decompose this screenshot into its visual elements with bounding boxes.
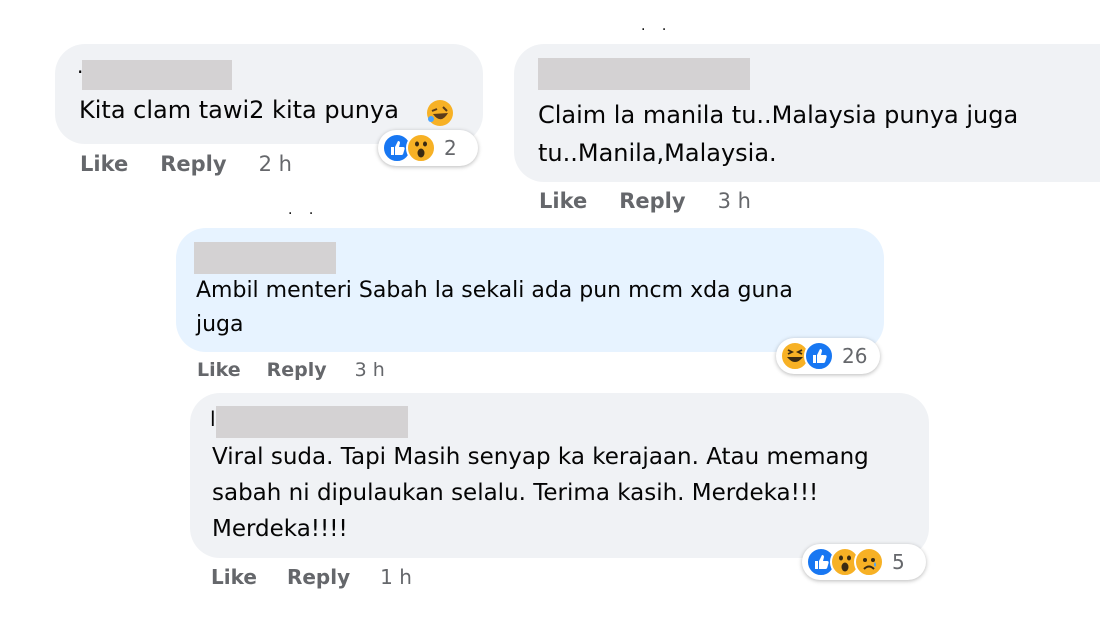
reply-link[interactable]: Reply [619, 189, 685, 213]
commenter-name-redacted[interactable] [538, 58, 750, 90]
commenter-name-prefix: l [210, 407, 216, 431]
timestamp[interactable]: 3 h [355, 359, 385, 381]
reaction-count: 2 [444, 136, 457, 160]
commenter-name-redacted[interactable] [194, 242, 336, 274]
sad-icon [854, 547, 884, 577]
like-link[interactable]: Like [539, 189, 587, 213]
comment-bubble: Claim la manila tu..Malaysia punya juga … [514, 44, 1100, 182]
comment-actions: Like Reply 2 h [80, 152, 292, 176]
comment-bubble: Ambil menteri Sabah la sekali ada pun mc… [176, 228, 884, 352]
reactions-summary[interactable]: 2 [378, 130, 478, 166]
comment-actions: Like Reply 3 h [539, 189, 751, 213]
comment-actions: Like Reply 3 h [197, 359, 385, 381]
comment-text: Kita clam tawi2 kita punya [79, 96, 399, 124]
reply-link[interactable]: Reply [287, 565, 350, 589]
comment-bubble: . Kita clam tawi2 kita punya [55, 44, 483, 144]
comment-text: Claim la manila tu..Malaysia punya juga … [538, 101, 1019, 167]
like-link[interactable]: Like [80, 152, 128, 176]
comment-text: Viral suda. Tapi Masih senyap ka kerajaa… [212, 444, 869, 542]
reaction-count: 26 [842, 344, 868, 368]
reply-link[interactable]: Reply [267, 359, 327, 381]
like-link[interactable]: Like [197, 359, 241, 381]
timestamp[interactable]: 3 h [718, 189, 751, 213]
wow-icon [406, 133, 436, 163]
comment-text: Ambil menteri Sabah la sekali ada pun mc… [196, 278, 793, 337]
rofl-emoji-icon [425, 98, 455, 128]
reply-link[interactable]: Reply [160, 152, 226, 176]
reactions-summary[interactable]: 26 [776, 338, 880, 374]
comment-bubble: l Viral suda. Tapi Masih senyap ka keraj… [190, 393, 929, 558]
comment-actions: Like Reply 1 h [211, 565, 412, 589]
like-icon [804, 341, 834, 371]
reactions-summary[interactable]: 5 [802, 544, 926, 580]
timestamp[interactable]: 2 h [259, 152, 292, 176]
like-link[interactable]: Like [211, 565, 257, 589]
reaction-count: 5 [892, 550, 905, 574]
commenter-name-redacted[interactable] [82, 60, 232, 90]
dots-decoration: · · [641, 22, 673, 38]
dots-decoration: · · [288, 206, 320, 222]
timestamp[interactable]: 1 h [380, 565, 412, 589]
commenter-name-redacted[interactable] [216, 406, 408, 438]
